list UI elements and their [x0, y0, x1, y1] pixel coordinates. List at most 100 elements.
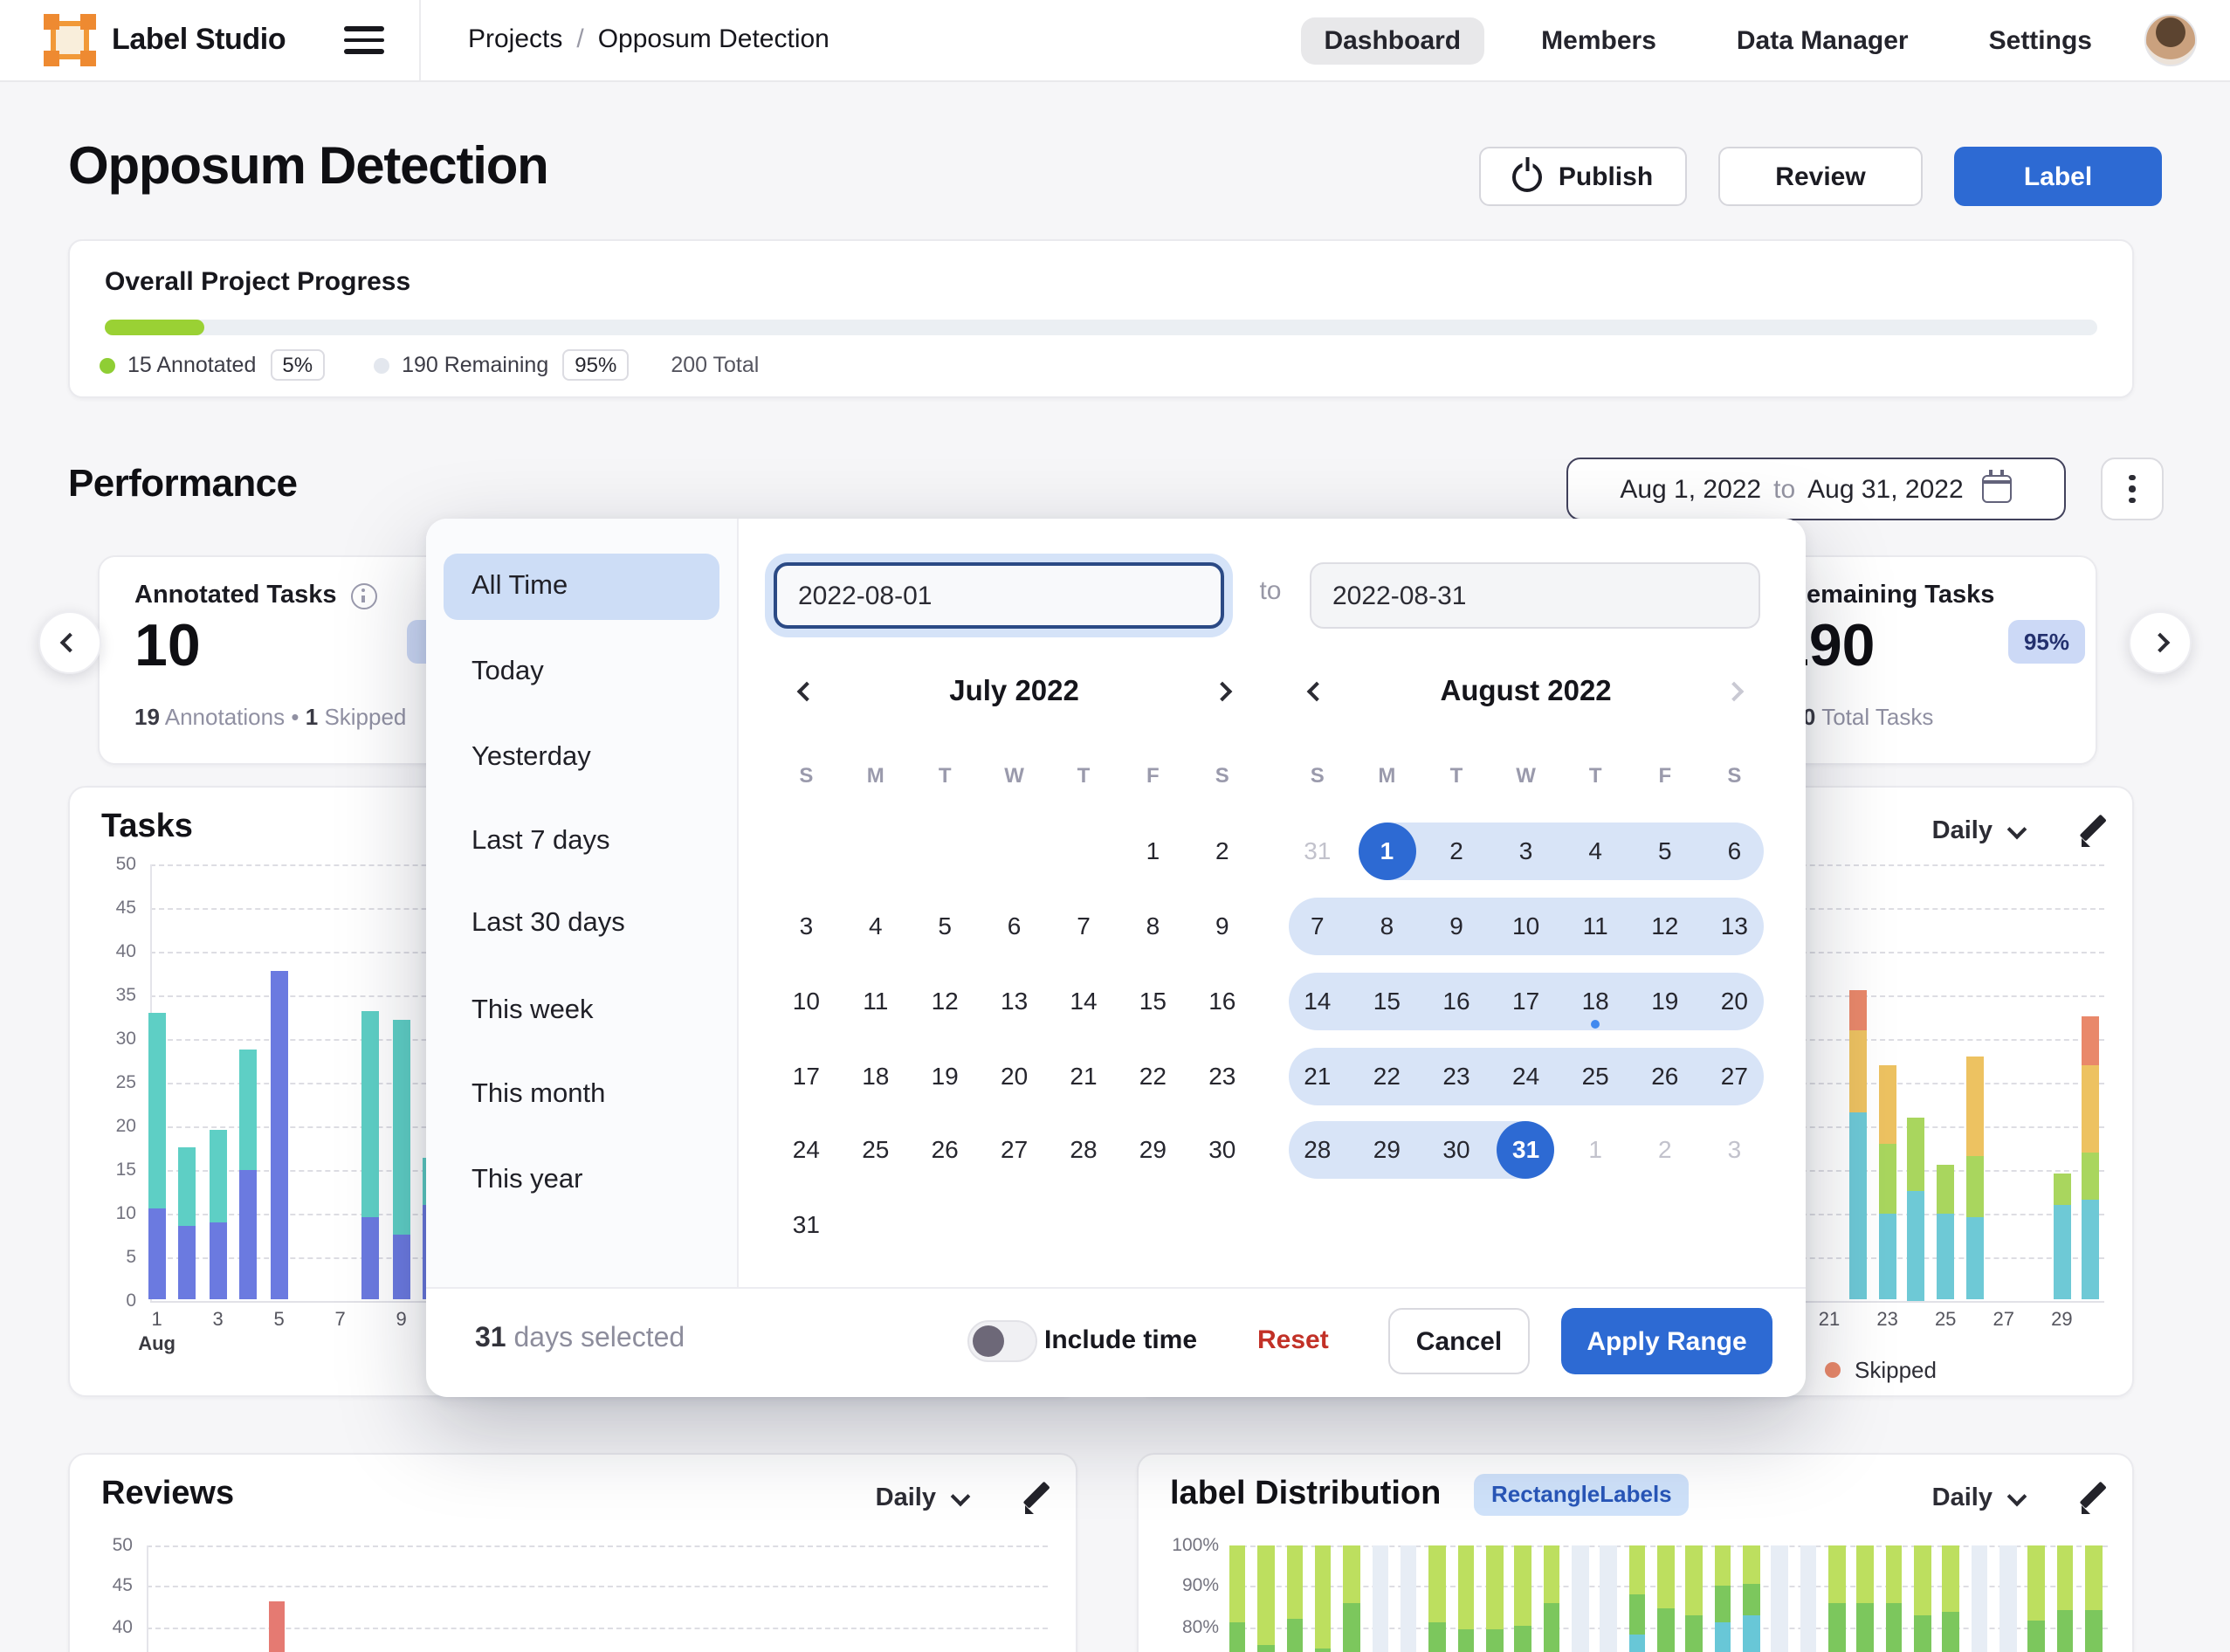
calendar-day[interactable]: 11: [847, 973, 905, 1030]
calendar-day[interactable]: 17: [777, 1048, 835, 1105]
y-tick-label: 15: [84, 1159, 136, 1180]
calendar-day[interactable]: 9: [1428, 898, 1485, 955]
calendar-day[interactable]: 25: [847, 1121, 905, 1179]
calendar-day[interactable]: 31: [1497, 1121, 1555, 1179]
calendar-day-muted[interactable]: 1: [1566, 1121, 1624, 1179]
end-date-input[interactable]: [1310, 562, 1760, 629]
calendar-day[interactable]: 13: [986, 973, 1043, 1030]
nav-item-members[interactable]: Members: [1518, 17, 1679, 64]
reset-button[interactable]: Reset: [1257, 1325, 1329, 1355]
avatar[interactable]: [2144, 14, 2197, 66]
preset-last-7-days[interactable]: Last 7 days: [444, 808, 719, 874]
calendar-day[interactable]: 23: [1428, 1048, 1485, 1105]
calendar-day[interactable]: 27: [986, 1121, 1043, 1179]
info-icon[interactable]: [351, 582, 377, 609]
calendar-day[interactable]: 5: [916, 898, 974, 955]
calendar-day[interactable]: 29: [1358, 1121, 1415, 1179]
calendar-day[interactable]: 31: [777, 1196, 835, 1254]
calendar-day[interactable]: 12: [1636, 898, 1694, 955]
calendar-day[interactable]: 8: [1124, 898, 1181, 955]
dist-segment-green: [1543, 1602, 1559, 1652]
label-distribution-card: label Distribution RectangleLabels Daily…: [1137, 1453, 2134, 1652]
calendar-day[interactable]: 5: [1636, 823, 1694, 881]
calendar-day[interactable]: 10: [777, 973, 835, 1030]
calendar-day[interactable]: 27: [1705, 1048, 1763, 1105]
calendar-day-muted[interactable]: 31: [1289, 823, 1346, 881]
start-date-input[interactable]: [774, 562, 1224, 629]
weekday-label: M: [1369, 763, 1404, 788]
calendar-day[interactable]: 19: [1636, 973, 1694, 1030]
preset-last-30-days[interactable]: Last 30 days: [444, 891, 719, 957]
carousel-next-button[interactable]: [2129, 611, 2192, 674]
calendar-day[interactable]: 16: [1194, 973, 1251, 1030]
carousel-prev-button[interactable]: [38, 611, 101, 674]
nav-item-dashboard[interactable]: Dashboard: [1301, 17, 1483, 64]
calendar-day[interactable]: 13: [1705, 898, 1763, 955]
apply-range-button[interactable]: Apply Range: [1561, 1308, 1772, 1374]
breadcrumb-projects[interactable]: Projects: [468, 24, 562, 54]
dist-segment-green: [1943, 1613, 1959, 1652]
calendar-day-muted[interactable]: 3: [1705, 1121, 1763, 1179]
calendar-day[interactable]: 20: [1705, 973, 1763, 1030]
preset-today[interactable]: Today: [444, 638, 719, 705]
calendar-day[interactable]: 30: [1194, 1121, 1251, 1179]
calendar-day[interactable]: 24: [777, 1121, 835, 1179]
calendar-day[interactable]: 12: [916, 973, 974, 1030]
calendar-day[interactable]: 22: [1124, 1048, 1181, 1105]
calendar-day[interactable]: 28: [1289, 1121, 1346, 1179]
publish-button[interactable]: Publish: [1479, 147, 1687, 206]
review-button[interactable]: Review: [1718, 147, 1923, 206]
calendar-day[interactable]: 16: [1428, 973, 1485, 1030]
calendar-day[interactable]: 8: [1358, 898, 1415, 955]
preset-this-week[interactable]: This week: [444, 977, 719, 1043]
calendar-day[interactable]: 25: [1566, 1048, 1624, 1105]
date-range-button[interactable]: Aug 1, 2022 to Aug 31, 2022: [1566, 458, 2066, 520]
next-month-button[interactable]: [1207, 676, 1238, 707]
calendar-day[interactable]: 6: [986, 898, 1043, 955]
label-studio-logo-icon[interactable]: [45, 16, 94, 65]
more-options-button[interactable]: [2101, 458, 2164, 520]
annotated-tasks-title: Annotated Tasks: [134, 582, 377, 609]
calendar-day[interactable]: 21: [1289, 1048, 1346, 1105]
calendar-day[interactable]: 6: [1705, 823, 1763, 881]
calendar-day[interactable]: 1: [1358, 823, 1415, 881]
calendar-day[interactable]: 21: [1055, 1048, 1112, 1105]
calendar-day[interactable]: 28: [1055, 1121, 1112, 1179]
weekday-label: S: [1717, 763, 1752, 788]
calendar-day-muted[interactable]: 2: [1636, 1121, 1694, 1179]
calendar-day[interactable]: 2: [1194, 823, 1251, 881]
calendar-day[interactable]: 29: [1124, 1121, 1181, 1179]
calendar-day[interactable]: 9: [1194, 898, 1251, 955]
calendar-day[interactable]: 1: [1124, 823, 1181, 881]
preset-this-year[interactable]: This year: [444, 1147, 719, 1214]
calendar-day[interactable]: 22: [1358, 1048, 1415, 1105]
calendar-day[interactable]: 19: [916, 1048, 974, 1105]
calendar-day[interactable]: 3: [777, 898, 835, 955]
prev-month-button[interactable]: [1302, 676, 1333, 707]
nav-item-data-manager[interactable]: Data Manager: [1714, 17, 1931, 64]
weekday-label: T: [1066, 763, 1101, 788]
nav-item-settings[interactable]: Settings: [1966, 17, 2115, 64]
dist-segment-green: [1686, 1614, 1703, 1652]
label-button[interactable]: Label: [1954, 147, 2162, 206]
calendar-day[interactable]: 15: [1358, 973, 1415, 1030]
calendar-day[interactable]: 23: [1194, 1048, 1251, 1105]
calendar-day[interactable]: 14: [1289, 973, 1346, 1030]
calendar-day[interactable]: 20: [986, 1048, 1043, 1105]
preset-this-month[interactable]: This month: [444, 1061, 719, 1127]
calendar-day[interactable]: 18: [847, 1048, 905, 1105]
calendar-day[interactable]: 14: [1055, 973, 1112, 1030]
menu-icon[interactable]: [344, 26, 384, 54]
calendar-day[interactable]: 30: [1428, 1121, 1485, 1179]
calendar-day[interactable]: 26: [916, 1121, 974, 1179]
preset-all-time[interactable]: All Time: [444, 554, 719, 620]
cancel-button[interactable]: Cancel: [1388, 1308, 1530, 1374]
calendar-day[interactable]: 26: [1636, 1048, 1694, 1105]
preset-yesterday[interactable]: Yesterday: [444, 725, 719, 791]
calendar-day[interactable]: 7: [1289, 898, 1346, 955]
calendar-day[interactable]: 15: [1124, 973, 1181, 1030]
prev-month-button[interactable]: [790, 676, 822, 707]
calendar-day[interactable]: 4: [847, 898, 905, 955]
calendar-day[interactable]: 7: [1055, 898, 1112, 955]
include-time-toggle[interactable]: [967, 1320, 1037, 1362]
